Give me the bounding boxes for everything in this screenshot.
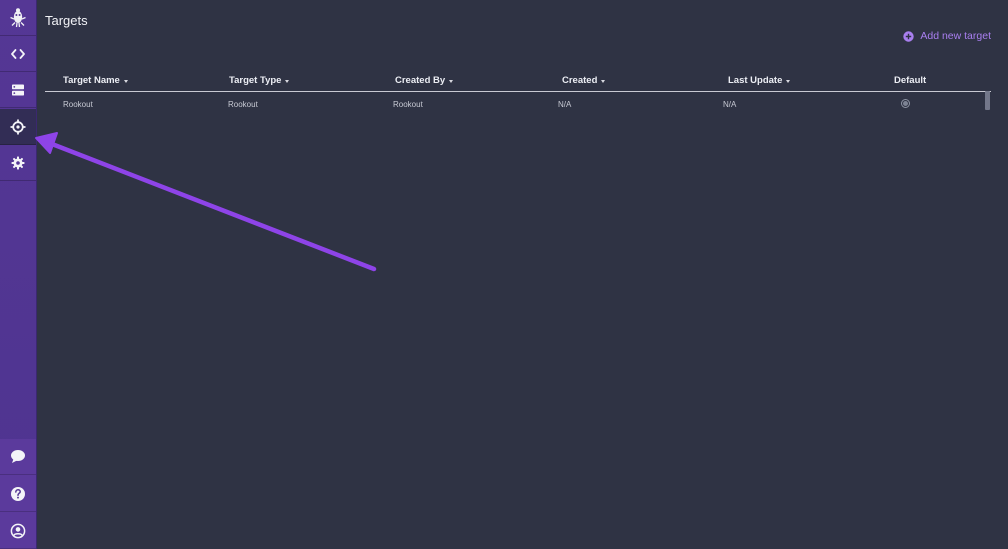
page-title: Targets	[45, 13, 88, 28]
targets-table: Target Name Target Type Created By Creat…	[45, 73, 991, 116]
table-header: Target Name Target Type Created By Creat…	[45, 73, 991, 92]
cell-target-name: Rookout	[63, 100, 93, 109]
column-header-label: Last Update	[728, 75, 783, 86]
sidebar	[0, 0, 37, 549]
help-icon[interactable]	[0, 476, 36, 512]
column-header-target-name[interactable]: Target Name	[63, 75, 128, 86]
column-header-label: Target Type	[229, 75, 282, 86]
column-header-label: Created By	[395, 75, 446, 86]
sort-caret-icon	[285, 79, 290, 83]
code-icon[interactable]	[0, 36, 36, 72]
sort-caret-icon	[123, 79, 128, 83]
rookout-logo-icon[interactable]	[0, 0, 36, 36]
table-row[interactable]: Rookout Rookout Rookout N/A N/A	[45, 92, 991, 116]
default-radio[interactable]	[901, 99, 910, 108]
sort-caret-icon	[786, 79, 791, 83]
sidebar-bottom	[0, 439, 36, 549]
scrollbar[interactable]	[985, 91, 990, 110]
column-header-created[interactable]: Created	[562, 75, 606, 86]
add-new-target-button[interactable]: Add new target	[903, 30, 991, 42]
column-header-label: Target Name	[63, 75, 120, 86]
column-header-label: Default	[894, 75, 927, 86]
column-header-default: Default	[894, 75, 926, 86]
column-header-created-by[interactable]: Created By	[395, 75, 454, 86]
column-header-label: Created	[562, 75, 598, 86]
chat-bubble-icon[interactable]	[0, 439, 36, 475]
target-icon[interactable]	[0, 109, 36, 145]
cell-target-type: Rookout	[228, 100, 258, 109]
cell-created-by: Rookout	[393, 100, 423, 109]
cell-last-update: N/A	[723, 100, 737, 109]
add-new-target-label: Add new target	[920, 30, 991, 42]
cell-created: N/A	[558, 100, 572, 109]
server-icon[interactable]	[0, 72, 36, 108]
user-icon[interactable]	[0, 513, 36, 549]
column-header-last-update[interactable]: Last Update	[728, 75, 791, 86]
plus-circle-icon	[903, 30, 915, 42]
column-header-target-type[interactable]: Target Type	[229, 75, 290, 86]
gear-icon[interactable]	[0, 145, 36, 181]
sort-caret-icon	[449, 79, 454, 83]
sort-caret-icon	[601, 79, 606, 83]
